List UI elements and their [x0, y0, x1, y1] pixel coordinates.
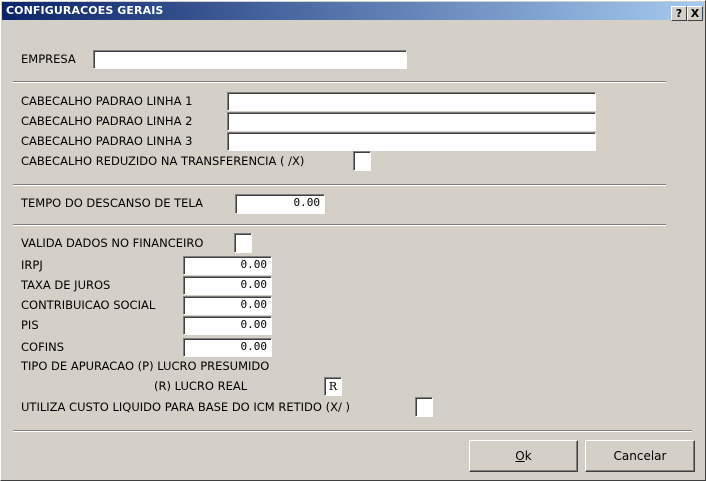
contribuicao-social-input[interactable]: 0.00	[183, 296, 272, 315]
separator	[13, 224, 666, 226]
separator	[13, 81, 666, 83]
cabecalho-linha3-input[interactable]	[227, 132, 596, 151]
close-button[interactable]: X	[687, 6, 703, 21]
cabecalho-reduzido-label: CABECALHO REDUZIDO NA TRANSFERENCIA ( /X…	[21, 154, 305, 168]
cabecalho-linha3-label: CABECALHO PADRAO LINHA 3	[21, 134, 193, 148]
lucro-real-label: (R) LUCRO REAL	[154, 379, 248, 393]
descanso-input[interactable]: 0.00	[235, 194, 325, 214]
descanso-label: TEMPO DO DESCANSO DE TELA	[21, 196, 203, 210]
cabecalho-linha2-input[interactable]	[227, 112, 596, 131]
irpj-label: IRPJ	[21, 258, 43, 272]
cabecalho-reduzido-input[interactable]	[353, 151, 371, 171]
taxa-juros-label: TAXA DE JUROS	[21, 278, 111, 292]
pis-label: PIS	[21, 318, 39, 332]
separator	[13, 184, 666, 186]
valida-financeiro-label: VALIDA DADOS NO FINANCEIRO	[21, 236, 204, 250]
pis-input[interactable]: 0.00	[183, 316, 272, 335]
cabecalho-linha2-label: CABECALHO PADRAO LINHA 2	[21, 114, 193, 128]
cabecalho-linha1-input[interactable]	[227, 92, 596, 111]
cofins-label: COFINS	[21, 340, 64, 354]
custo-liquido-label: UTILIZA CUSTO LIQUIDO PARA BASE DO ICM R…	[21, 400, 351, 414]
cancel-button[interactable]: Cancelar	[585, 440, 695, 472]
empresa-label: EMPRESA	[21, 52, 76, 66]
cabecalho-linha1-label: CABECALHO PADRAO LINHA 1	[21, 94, 193, 108]
ok-mnemonic: O	[515, 449, 525, 463]
window-title: CONFIGURACOES GERAIS	[6, 4, 164, 17]
empresa-input[interactable]	[93, 50, 407, 69]
ok-button[interactable]: Ok	[469, 440, 578, 472]
contribuicao-social-label: CONTRIBUICAO SOCIAL	[21, 298, 156, 312]
ok-label: k	[524, 449, 532, 463]
taxa-juros-input[interactable]: 0.00	[183, 276, 272, 295]
tipo-apuracao-label: TIPO DE APURACAO (P) LUCRO PRESUMIDO	[21, 359, 270, 373]
custo-liquido-input[interactable]	[415, 397, 433, 417]
irpj-input[interactable]: 0.00	[183, 256, 272, 275]
separator	[13, 430, 692, 432]
help-button[interactable]: ?	[671, 6, 687, 21]
valida-financeiro-input[interactable]	[234, 233, 252, 253]
title-bar[interactable]: CONFIGURACOES GERAIS ? X	[2, 2, 704, 21]
tipo-apuracao-input[interactable]: R	[324, 377, 342, 396]
cofins-input[interactable]: 0.00	[183, 338, 272, 357]
